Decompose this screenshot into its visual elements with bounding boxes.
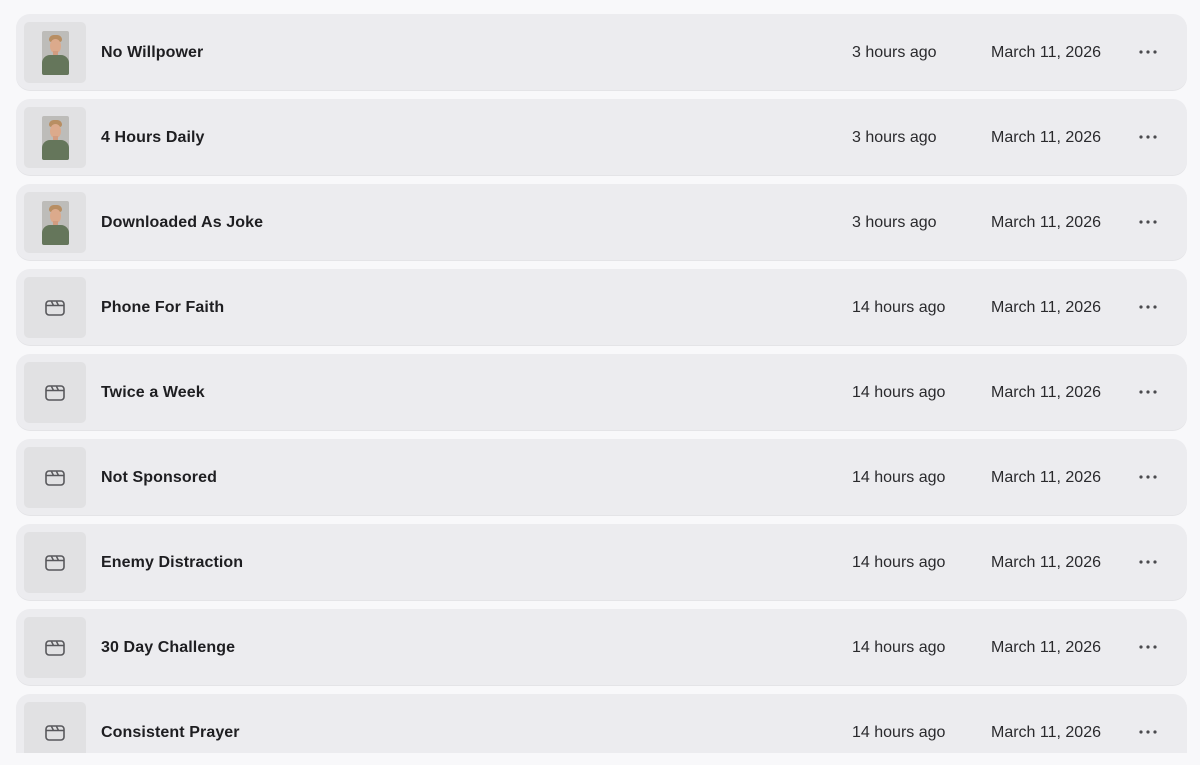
created-date: March 11, 2026 — [991, 299, 1101, 316]
created-date: March 11, 2026 — [991, 384, 1101, 401]
updated-relative-time: 14 hours ago — [852, 724, 946, 741]
video-thumbnail — [24, 362, 86, 423]
created-date: March 11, 2026 — [991, 554, 1101, 571]
clapperboard-icon — [45, 299, 65, 316]
person-thumbnail-image — [41, 115, 69, 160]
file-list: No Willpower 3 hours ago March 11, 2026 … — [16, 14, 1187, 753]
updated-relative-time: 14 hours ago — [852, 639, 946, 656]
more-options-button[interactable] — [1134, 719, 1162, 745]
created-date: March 11, 2026 — [991, 639, 1101, 656]
more-options-button[interactable] — [1134, 379, 1162, 405]
video-thumbnail — [24, 447, 86, 508]
person-thumbnail-image — [41, 30, 69, 75]
file-row[interactable]: Not Sponsored 14 hours ago March 11, 202… — [16, 439, 1187, 516]
updated-relative-time: 14 hours ago — [852, 299, 946, 316]
clapperboard-icon — [45, 554, 65, 571]
video-thumbnail — [24, 22, 86, 83]
more-horizontal-icon — [1139, 50, 1157, 54]
more-horizontal-icon — [1139, 475, 1157, 479]
video-thumbnail — [24, 532, 86, 593]
file-title: Phone For Faith — [101, 299, 225, 316]
video-thumbnail — [24, 107, 86, 168]
file-row[interactable]: Downloaded As Joke 3 hours ago March 11,… — [16, 184, 1187, 261]
more-horizontal-icon — [1139, 390, 1157, 394]
file-title: Not Sponsored — [101, 469, 217, 486]
file-title: No Willpower — [101, 44, 204, 61]
updated-relative-time: 3 hours ago — [852, 129, 937, 146]
clapperboard-icon — [45, 469, 65, 486]
more-options-button[interactable] — [1134, 124, 1162, 150]
clapperboard-icon — [45, 639, 65, 656]
file-title: Twice a Week — [101, 384, 205, 401]
file-row[interactable]: 30 Day Challenge 14 hours ago March 11, … — [16, 609, 1187, 686]
more-options-button[interactable] — [1134, 634, 1162, 660]
more-horizontal-icon — [1139, 645, 1157, 649]
file-row[interactable]: Twice a Week 14 hours ago March 11, 2026 — [16, 354, 1187, 431]
created-date: March 11, 2026 — [991, 469, 1101, 486]
updated-relative-time: 3 hours ago — [852, 44, 937, 61]
video-thumbnail — [24, 277, 86, 338]
file-title: Downloaded As Joke — [101, 214, 264, 231]
file-row[interactable]: Enemy Distraction 14 hours ago March 11,… — [16, 524, 1187, 601]
more-options-button[interactable] — [1134, 39, 1162, 65]
more-horizontal-icon — [1139, 560, 1157, 564]
clapperboard-icon — [45, 724, 65, 741]
more-options-button[interactable] — [1134, 294, 1162, 320]
file-row[interactable]: No Willpower 3 hours ago March 11, 2026 — [16, 14, 1187, 91]
more-options-button[interactable] — [1134, 464, 1162, 490]
created-date: March 11, 2026 — [991, 724, 1101, 741]
clapperboard-icon — [45, 384, 65, 401]
more-options-button[interactable] — [1134, 209, 1162, 235]
more-horizontal-icon — [1139, 220, 1157, 224]
video-thumbnail — [24, 617, 86, 678]
video-thumbnail — [24, 192, 86, 253]
file-title: Consistent Prayer — [101, 724, 240, 741]
more-horizontal-icon — [1139, 305, 1157, 309]
more-horizontal-icon — [1139, 730, 1157, 734]
file-row[interactable]: Phone For Faith 14 hours ago March 11, 2… — [16, 269, 1187, 346]
updated-relative-time: 14 hours ago — [852, 384, 946, 401]
updated-relative-time: 14 hours ago — [852, 469, 946, 486]
file-title: 30 Day Challenge — [101, 639, 236, 656]
created-date: March 11, 2026 — [991, 214, 1101, 231]
created-date: March 11, 2026 — [991, 129, 1101, 146]
file-title: Enemy Distraction — [101, 554, 244, 571]
file-row[interactable]: 4 Hours Daily 3 hours ago March 11, 2026 — [16, 99, 1187, 176]
more-options-button[interactable] — [1134, 549, 1162, 575]
more-horizontal-icon — [1139, 135, 1157, 139]
person-thumbnail-image — [41, 200, 69, 245]
video-thumbnail — [24, 702, 86, 753]
updated-relative-time: 14 hours ago — [852, 554, 946, 571]
file-title: 4 Hours Daily — [101, 129, 205, 146]
updated-relative-time: 3 hours ago — [852, 214, 937, 231]
file-row[interactable]: Consistent Prayer 14 hours ago March 11,… — [16, 694, 1187, 753]
created-date: March 11, 2026 — [991, 44, 1101, 61]
